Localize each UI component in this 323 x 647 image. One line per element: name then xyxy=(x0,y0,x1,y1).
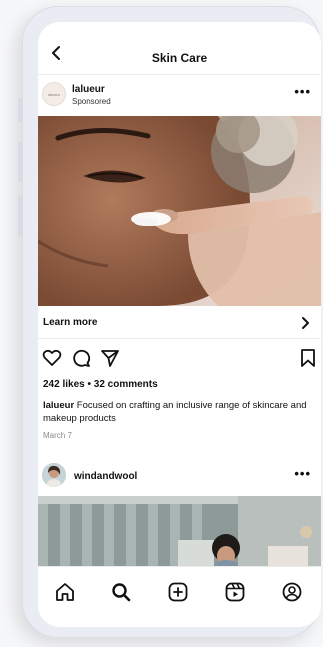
caption-username[interactable]: lalueur xyxy=(43,400,74,411)
phone-side-button xyxy=(18,98,23,122)
app-screen: Skin Care lalueur lalueur Sponsored ••• xyxy=(38,22,321,627)
post-actions xyxy=(38,348,321,370)
post-date: March 7 xyxy=(43,431,72,440)
profile-icon[interactable] xyxy=(281,581,303,603)
share-icon[interactable] xyxy=(100,348,120,368)
page-title: Skin Care xyxy=(151,51,208,65)
post-image[interactable] xyxy=(38,116,321,306)
comment-icon[interactable] xyxy=(71,348,91,368)
bottom-tab-bar xyxy=(38,566,321,627)
reels-icon[interactable] xyxy=(224,581,246,603)
post-image[interactable] xyxy=(38,496,321,566)
search-icon[interactable] xyxy=(110,581,132,603)
like-heart-icon[interactable] xyxy=(42,348,62,368)
more-options-icon[interactable]: ••• xyxy=(294,84,311,99)
avatar-logo-text: lalueur xyxy=(47,91,60,97)
post-username[interactable]: lalueur xyxy=(72,84,105,95)
top-bar: Skin Care xyxy=(38,22,321,75)
sponsored-label: Sponsored xyxy=(72,97,111,106)
chevron-right-icon xyxy=(302,317,309,329)
workspace-photo xyxy=(38,496,321,566)
post-header: lalueur lalueur Sponsored ••• xyxy=(38,74,321,114)
likes-comments-count[interactable]: 242 likes • 32 comments xyxy=(43,379,158,390)
post-header: windandwool ••• xyxy=(38,458,321,494)
skin-care-photo xyxy=(38,116,321,306)
avatar[interactable] xyxy=(42,463,66,487)
home-icon[interactable] xyxy=(54,581,76,603)
caption-text: Focused on crafting an inclusive range o… xyxy=(43,400,307,424)
phone-side-button xyxy=(18,196,23,236)
learn-more-bar[interactable]: Learn more xyxy=(38,308,321,339)
avatar[interactable]: lalueur xyxy=(42,82,66,106)
learn-more-label: Learn more xyxy=(43,317,98,328)
post-caption: lalueur Focused on crafting an inclusive… xyxy=(43,399,311,425)
phone-side-button xyxy=(18,142,23,182)
post-username[interactable]: windandwool xyxy=(74,471,137,482)
more-options-icon[interactable]: ••• xyxy=(294,466,311,481)
new-post-icon[interactable] xyxy=(167,581,189,603)
avatar-photo xyxy=(42,463,66,487)
save-bookmark-icon[interactable] xyxy=(298,348,318,368)
